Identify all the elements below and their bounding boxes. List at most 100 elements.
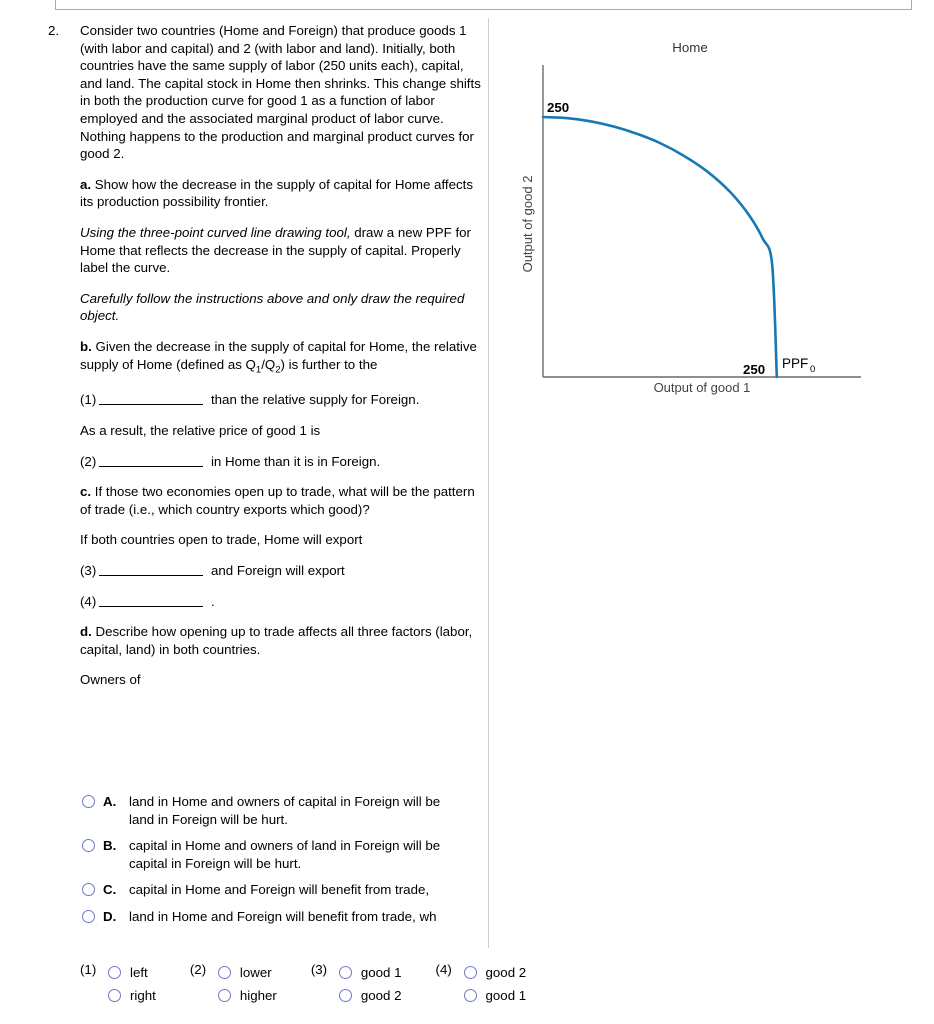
- choice-option-d[interactable]: D. land in Home and Foreign will benefit…: [82, 908, 488, 926]
- blank-4-number: (4): [80, 593, 96, 611]
- blank-4-line: (4) .: [80, 593, 488, 611]
- choice-c-letter: C.: [103, 881, 129, 899]
- choice-option-a[interactable]: A. land in Home and owners of capital in…: [82, 793, 488, 828]
- top-toolbar-strip[interactable]: [55, 0, 912, 10]
- answer-bank-4-number: (4): [436, 961, 464, 977]
- part-c-label: c.: [80, 484, 91, 499]
- choice-a-text: land in Home and owners of capital in Fo…: [129, 793, 488, 828]
- choice-b-letter: B.: [103, 837, 129, 855]
- answer-bank-4-option-2[interactable]: good 1: [464, 984, 527, 1007]
- answer-bank-3-option-1-label: good 1: [361, 965, 402, 980]
- blank-2-line: (2) in Home than it is in Foreign.: [80, 453, 488, 471]
- answer-bank-2-options: lower higher: [218, 961, 277, 1007]
- answer-bank-1-option-2[interactable]: right: [108, 984, 156, 1007]
- blank-4-after-text: .: [207, 594, 214, 609]
- radio-icon-bank-1-2[interactable]: [108, 989, 121, 1002]
- answer-bank-1-option-1[interactable]: left: [108, 961, 156, 984]
- radio-icon-bank-3-2[interactable]: [339, 989, 352, 1002]
- answer-bank-2-option-2[interactable]: higher: [218, 984, 277, 1007]
- answer-bank-4-option-1-label: good 2: [486, 965, 527, 980]
- ppf-curve[interactable]: [543, 117, 777, 377]
- chart-canvas[interactable]: 250 250 PPF 0 Output of good 1 Output of…: [500, 28, 920, 408]
- answer-bank-2-option-2-label: higher: [240, 988, 277, 1003]
- part-d-text: Describe how opening up to trade affects…: [80, 624, 472, 657]
- blank-3-number: (3): [80, 562, 96, 580]
- blank-3-field[interactable]: [99, 565, 203, 576]
- blank-1-line: (1) than the relative supply for Foreign…: [80, 391, 488, 409]
- part-c-lead: If both countries open to trade, Home wi…: [80, 531, 488, 549]
- answer-bank-3-option-2-label: good 2: [361, 988, 402, 1003]
- choice-option-b[interactable]: B. capital in Home and owners of land in…: [82, 837, 488, 872]
- blank-2-number: (2): [80, 453, 96, 471]
- answer-bank-group-2: (2) lower higher: [190, 961, 277, 1007]
- blank-4-field[interactable]: [99, 596, 203, 607]
- answer-bank-group-3: (3) good 1 good 2: [311, 961, 402, 1007]
- answer-bank: (1) left right (2) lower higher (3) good…: [80, 961, 526, 1007]
- answer-bank-1-option-1-label: left: [130, 965, 148, 980]
- choice-d-letter: D.: [103, 908, 129, 926]
- blank-1-after-text: than the relative supply for Foreign.: [207, 392, 419, 407]
- answer-bank-3-option-2[interactable]: good 2: [339, 984, 402, 1007]
- answer-bank-4-option-1[interactable]: good 2: [464, 961, 527, 984]
- ppf-figure[interactable]: Home 250 250 PPF 0 Output of good 1 Outp…: [500, 28, 920, 408]
- radio-icon-bank-4-2[interactable]: [464, 989, 477, 1002]
- x-axis-title: Output of good 1: [654, 380, 751, 395]
- question-body: Consider two countries (Home and Foreign…: [80, 22, 488, 689]
- part-b-text-2: /Q: [261, 357, 275, 372]
- choice-a-letter: A.: [103, 793, 129, 811]
- answer-bank-3-number: (3): [311, 961, 339, 977]
- exercise-page: 2. Consider two countries (Home and Fore…: [0, 0, 934, 1024]
- column-divider: [488, 18, 489, 948]
- answer-bank-4-option-2-label: good 1: [486, 988, 527, 1003]
- answer-bank-group-1: (1) left right: [80, 961, 156, 1007]
- answer-bank-2-option-1-label: lower: [240, 965, 272, 980]
- owners-lead: Owners of: [80, 671, 488, 689]
- part-a-text: Show how the decrease in the supply of c…: [80, 177, 473, 210]
- choice-b-text: capital in Home and owners of land in Fo…: [129, 837, 488, 872]
- y-intercept-label: 250: [547, 100, 569, 115]
- answer-bank-2-option-1[interactable]: lower: [218, 961, 277, 984]
- question-number: 2.: [48, 22, 72, 40]
- y-axis-title: Output of good 2: [520, 176, 535, 273]
- question-stem: Consider two countries (Home and Foreign…: [80, 22, 488, 163]
- part-d-label: d.: [80, 624, 92, 639]
- radio-icon-choice-a[interactable]: [82, 795, 95, 808]
- blank-2-after-text: in Home than it is in Foreign.: [207, 454, 380, 469]
- result-lead: As a result, the relative price of good …: [80, 422, 488, 440]
- choice-d-text: land in Home and Foreign will benefit fr…: [129, 908, 488, 926]
- choice-option-c[interactable]: C. capital in Home and Foreign will bene…: [82, 881, 488, 899]
- answer-bank-1-options: left right: [108, 961, 156, 1007]
- instruction-draw-tool: Using the three-point curved line drawin…: [80, 224, 488, 277]
- x-intercept-label: 250: [743, 362, 765, 377]
- answer-bank-2-number: (2): [190, 961, 218, 977]
- answer-bank-3-option-1[interactable]: good 1: [339, 961, 402, 984]
- choice-c-text: capital in Home and Foreign will benefit…: [129, 881, 488, 899]
- blank-2-field[interactable]: [99, 456, 203, 467]
- instruction-follow: Carefully follow the instructions above …: [80, 290, 488, 325]
- radio-icon-choice-d[interactable]: [82, 910, 95, 923]
- radio-icon-bank-2-2[interactable]: [218, 989, 231, 1002]
- instruction-follow-italic: Carefully follow the instructions above …: [80, 291, 464, 324]
- part-d: d. Describe how opening up to trade affe…: [80, 623, 488, 658]
- blank-1-field[interactable]: [99, 394, 203, 405]
- radio-icon-bank-1-1[interactable]: [108, 966, 121, 979]
- radio-icon-bank-2-1[interactable]: [218, 966, 231, 979]
- multiple-choice-list: A. land in Home and owners of capital in…: [82, 793, 488, 935]
- ppf-curve-label-subscript: 0: [810, 364, 815, 375]
- question-text-column: 2. Consider two countries (Home and Fore…: [48, 22, 488, 702]
- radio-icon-bank-3-1[interactable]: [339, 966, 352, 979]
- answer-bank-3-options: good 1 good 2: [339, 961, 402, 1007]
- part-b-text-3: ) is further to the: [281, 357, 378, 372]
- part-b: b. Given the decrease in the supply of c…: [80, 338, 488, 379]
- part-c: c. If those two economies open up to tra…: [80, 483, 488, 518]
- part-a-label: a.: [80, 177, 91, 192]
- radio-icon-bank-4-1[interactable]: [464, 966, 477, 979]
- radio-icon-choice-c[interactable]: [82, 883, 95, 896]
- instruction-drawing-tool-italic: Using the three-point curved line drawin…: [80, 225, 351, 240]
- answer-bank-4-options: good 2 good 1: [464, 961, 527, 1007]
- radio-icon-choice-b[interactable]: [82, 839, 95, 852]
- part-a: a. Show how the decrease in the supply o…: [80, 176, 488, 211]
- blank-1-number: (1): [80, 391, 96, 409]
- part-b-label: b.: [80, 339, 92, 354]
- blank-3-after-text: and Foreign will export: [207, 563, 344, 578]
